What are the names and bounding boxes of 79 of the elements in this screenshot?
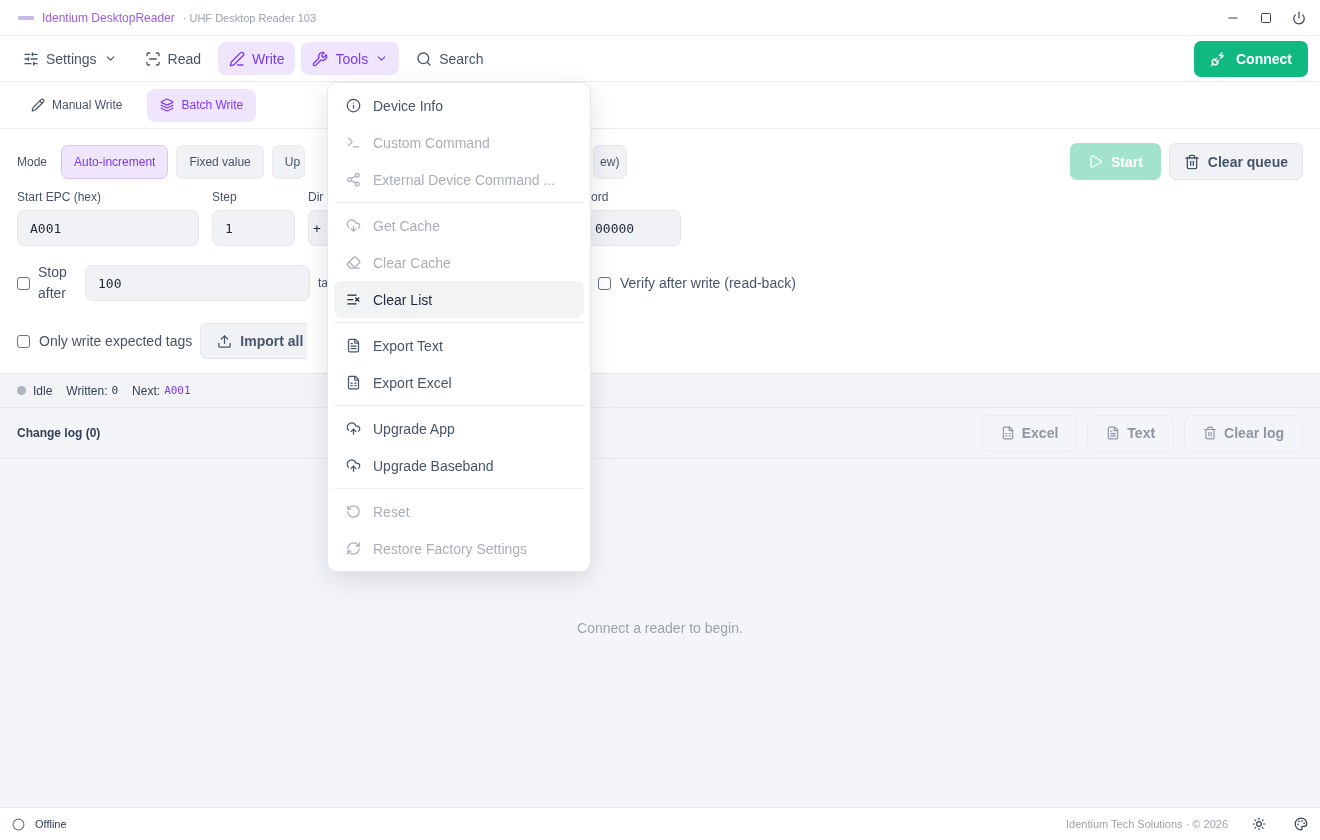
trash-icon <box>1203 426 1218 440</box>
device-subtitle: · UHF Desktop Reader 103 <box>182 11 317 24</box>
text-field[interactable]: 1 <box>212 210 295 246</box>
sub-tab[interactable]: Batch Write <box>147 88 257 122</box>
refresh-icon <box>346 541 361 556</box>
only-expected-label: Only write expected tags <box>39 333 193 349</box>
status-dot <box>17 386 26 395</box>
trash-icon <box>1183 153 1200 170</box>
sub-tab[interactable]: Manual Write <box>18 88 136 122</box>
field-label: Step <box>212 190 238 204</box>
written-label: Written: <box>66 383 108 398</box>
cloud-upload-icon <box>346 458 361 473</box>
next-epc: A001 <box>164 384 191 397</box>
plug-icon <box>1210 50 1226 67</box>
menu-item[interactable]: Clear List <box>334 281 584 318</box>
next-label: Next: <box>132 383 161 398</box>
mode-label: Mode <box>17 154 48 169</box>
mode-option[interactable]: ew) <box>592 144 627 179</box>
maximize-icon[interactable] <box>1260 11 1272 24</box>
field-label: Start EPC (hex) <box>17 190 103 204</box>
field-label: Dir <box>308 190 325 204</box>
sliders-icon <box>23 50 39 67</box>
document-icon <box>346 338 361 353</box>
scan-icon <box>144 50 161 67</box>
pen-icon <box>229 50 246 67</box>
spreadsheet-icon <box>346 375 361 390</box>
nav-tab[interactable]: Search <box>405 42 495 75</box>
cloud-download-icon <box>346 218 361 233</box>
mode-option[interactable]: Up <box>271 144 305 179</box>
stop-count-field[interactable]: 100 <box>85 265 310 301</box>
text-field[interactable]: 00000 <box>591 210 681 246</box>
connection-status: Offline <box>35 818 67 830</box>
nav-tab[interactable]: Settings <box>12 42 128 75</box>
search-icon <box>416 50 433 67</box>
nav-tab[interactable]: Read <box>133 42 213 75</box>
terminal-icon <box>346 135 361 150</box>
eraser-icon <box>346 255 361 270</box>
log-title: Change log (0) <box>17 426 101 440</box>
spreadsheet-icon <box>1000 426 1015 440</box>
wrench-icon <box>312 50 329 67</box>
pencil-icon <box>31 98 45 112</box>
nav-tab[interactable]: Tools <box>301 42 400 75</box>
layers-icon <box>160 98 175 112</box>
menu-item[interactable]: Upgrade Baseband <box>334 447 584 484</box>
document-icon <box>1106 426 1121 440</box>
unit-label: ta <box>318 276 328 290</box>
checkbox[interactable] <box>17 276 30 290</box>
field-label: ord <box>591 190 610 204</box>
status-text: Idle <box>33 383 53 398</box>
mode-option[interactable]: Fixed value <box>176 144 264 179</box>
share-icon <box>346 172 361 187</box>
info-icon <box>346 98 361 113</box>
menu-item[interactable]: Upgrade App <box>334 410 584 447</box>
menu-item[interactable]: Device Info <box>334 87 584 124</box>
menu-item[interactable]: Export Excel <box>334 364 584 401</box>
mode-option[interactable]: Auto-increment <box>61 144 169 179</box>
text-field[interactable]: A001 <box>17 210 199 246</box>
checkbox[interactable] <box>17 334 30 348</box>
checkbox[interactable] <box>598 276 611 290</box>
offline-icon <box>12 817 25 831</box>
menu-item[interactable]: Export Text <box>334 327 584 364</box>
cloud-upload-icon <box>346 421 361 436</box>
stop-after-label: Stop after <box>38 263 68 303</box>
upload-icon <box>217 333 233 349</box>
written-count: 0 <box>111 384 119 397</box>
power-icon[interactable] <box>1292 10 1306 25</box>
app-title: Identium DesktopReader <box>42 10 175 25</box>
clear-queue-button[interactable]: Clear queue <box>1168 143 1303 180</box>
list-x-icon <box>346 292 361 307</box>
import-button[interactable]: Import all <box>200 323 308 359</box>
copyright-text: Identium Tech Solutions · © 2026 <box>1066 818 1228 830</box>
nav-tab[interactable]: Write <box>218 42 296 75</box>
theme-icon[interactable] <box>1252 817 1266 831</box>
play-icon <box>1087 154 1103 169</box>
empty-message: Connect a reader to begin. <box>577 620 743 636</box>
verify-label: Verify after write (read-back) <box>620 275 796 291</box>
undo-icon <box>346 504 361 519</box>
text-field[interactable]: + <box>308 210 327 246</box>
palette-icon[interactable] <box>1294 817 1308 831</box>
